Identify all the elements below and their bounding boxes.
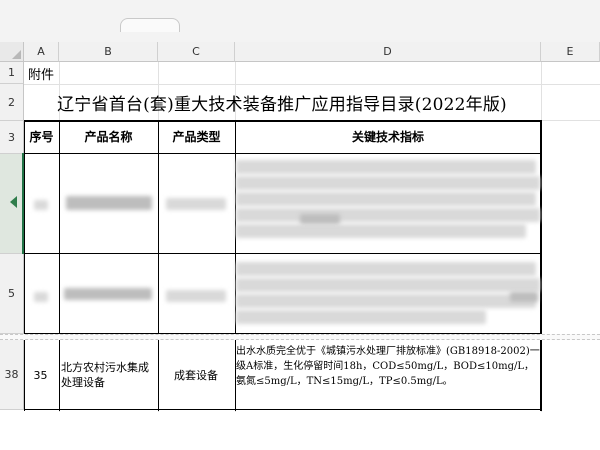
row-38-key-specs[interactable]: 出水水质完全优于《城镇污水处理厂排放标准》(GB18918-2002)一级A标准…: [236, 344, 540, 406]
column-header-b[interactable]: B: [59, 42, 158, 62]
header-product-type[interactable]: 产品类型: [158, 120, 235, 153]
toolbar-strip: [0, 0, 600, 42]
header-key-specs[interactable]: 关键技术指标: [235, 120, 541, 153]
column-header-e[interactable]: E: [541, 42, 600, 62]
column-header-c[interactable]: C: [158, 42, 235, 62]
row-header-1[interactable]: 1: [0, 62, 24, 84]
row-38-product-name[interactable]: 北方农村污水集成处理设备: [60, 340, 156, 410]
row-header-38[interactable]: 38: [0, 340, 24, 410]
cell-a1-annex[interactable]: 附件: [28, 62, 54, 84]
row-38-product-type[interactable]: 成套设备: [158, 340, 234, 410]
sheet-title[interactable]: 辽宁省首台(套)重大技术装备推广应用指导目录(2022年版): [24, 84, 540, 121]
sheet-tab-edge[interactable]: [120, 18, 180, 32]
header-product-name[interactable]: 产品名称: [59, 120, 158, 153]
row-header-5[interactable]: 5: [0, 254, 24, 334]
header-seq[interactable]: 序号: [24, 120, 59, 153]
column-header-a[interactable]: A: [24, 42, 59, 62]
row-38-seq[interactable]: 35: [24, 340, 57, 410]
select-all-corner[interactable]: [0, 42, 24, 62]
column-header-d[interactable]: D: [235, 42, 541, 62]
selection-handle-icon: [10, 196, 17, 208]
row-header-3[interactable]: 3: [0, 121, 24, 154]
row-header-2[interactable]: 2: [0, 84, 24, 121]
